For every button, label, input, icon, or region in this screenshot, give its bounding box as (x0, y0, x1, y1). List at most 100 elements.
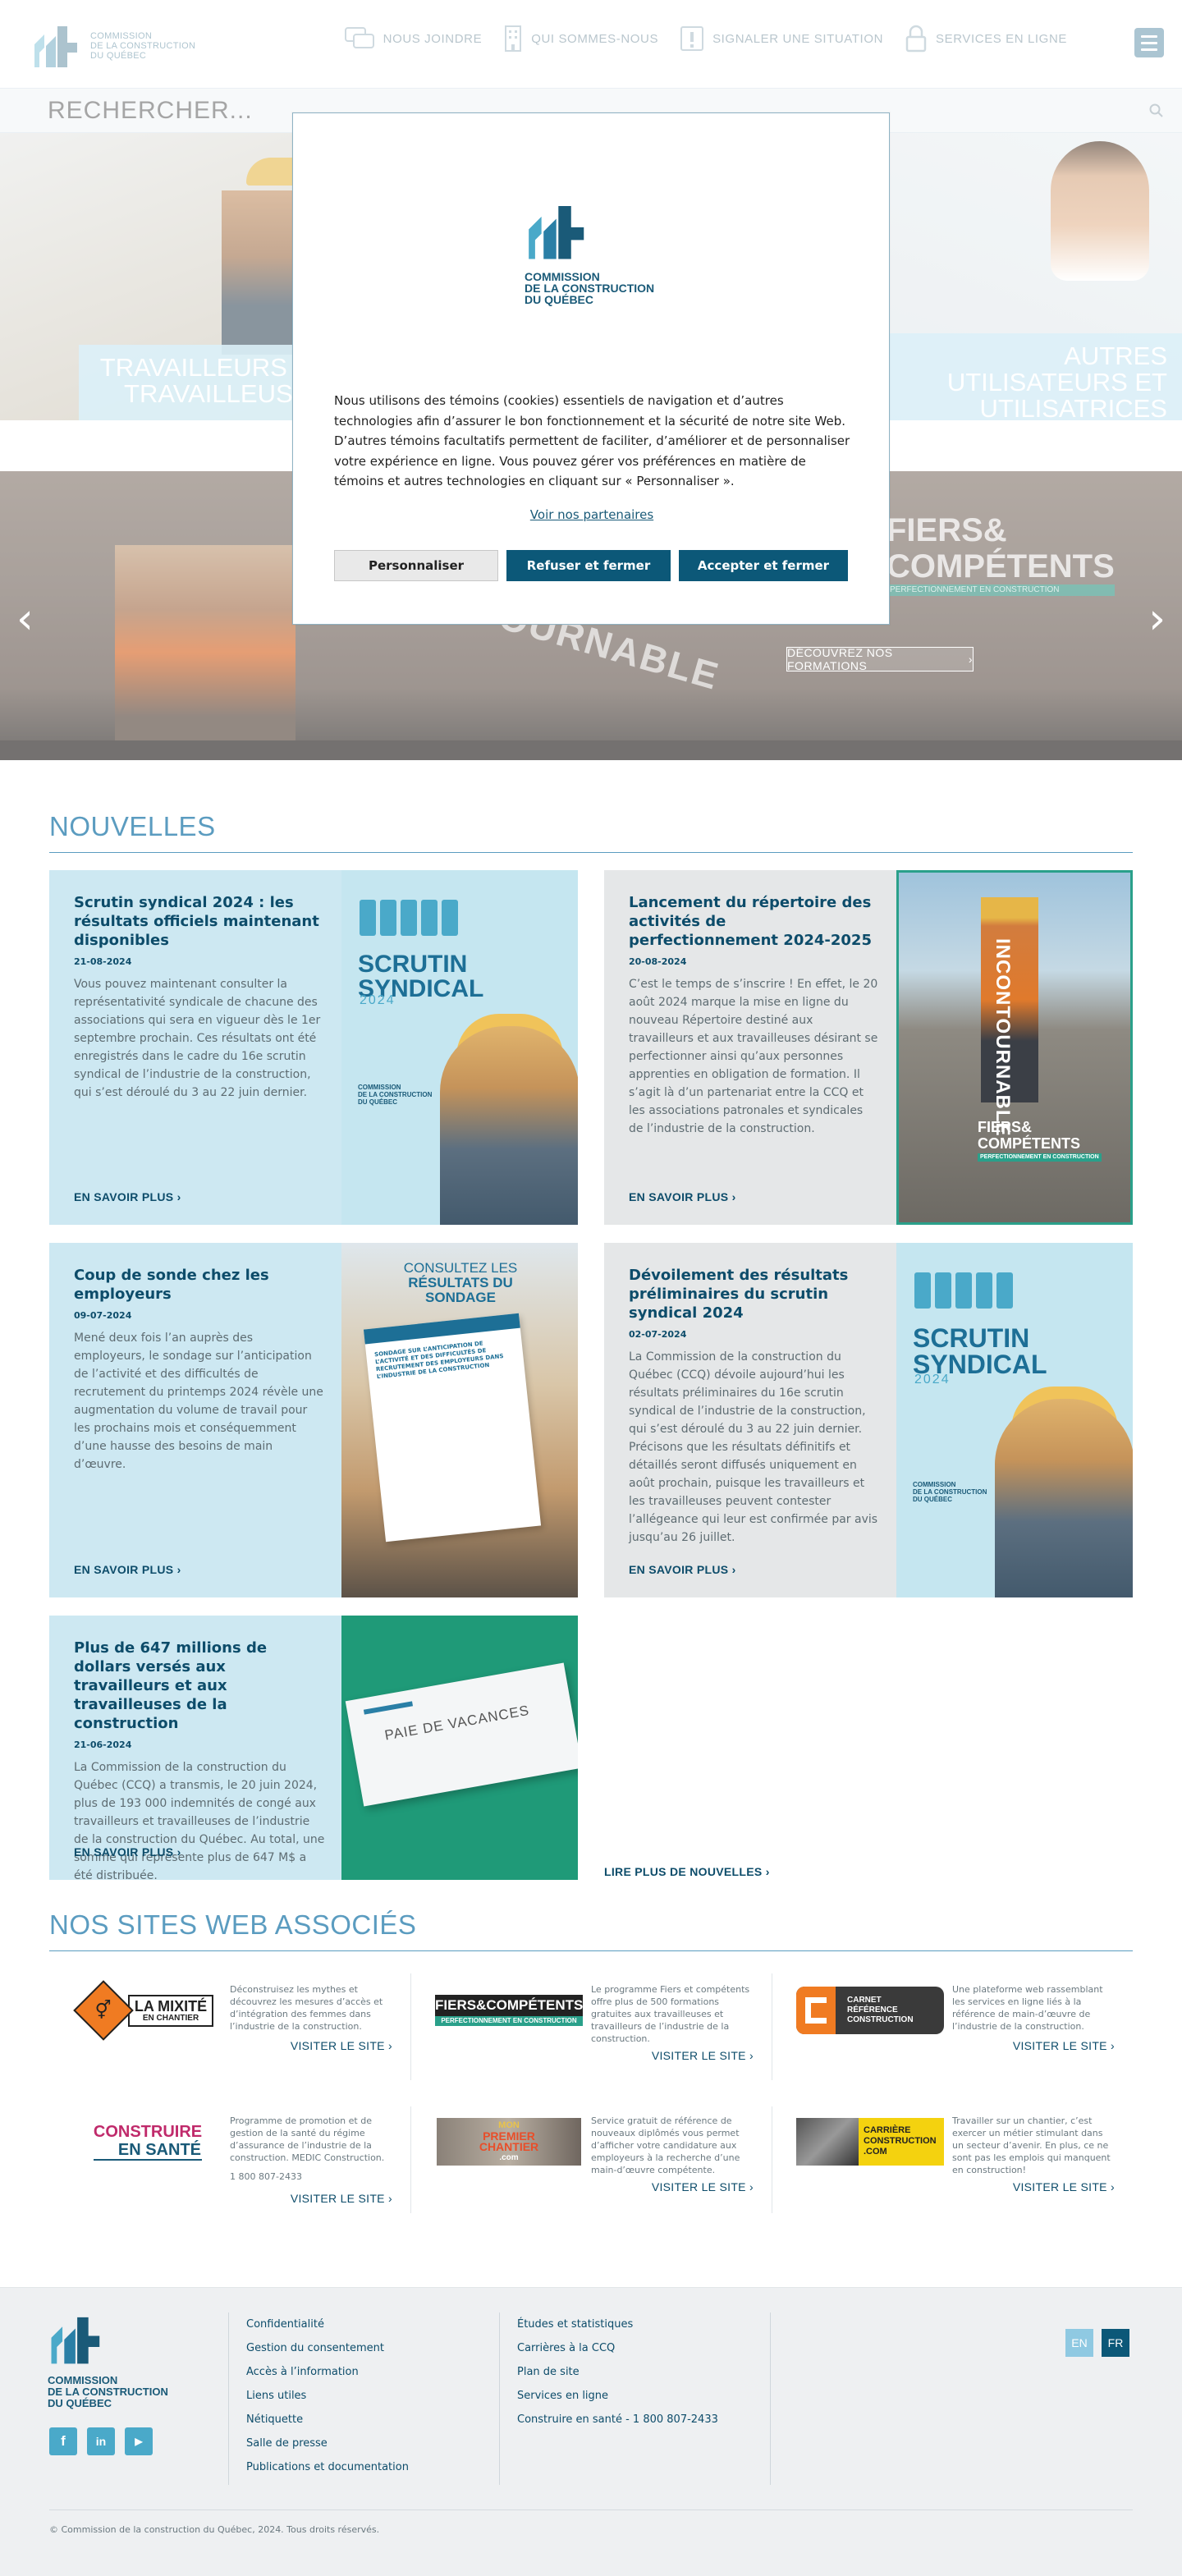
news-card[interactable]: Dévoilement des résultats préliminaires … (604, 1243, 1133, 1597)
footer-link[interactable]: Services en ligne (517, 2384, 718, 2408)
ballot-icon (914, 1272, 1013, 1309)
footer-logo[interactable]: COMMISSION DE LA CONSTRUCTION DU QUÉBEC (48, 2312, 168, 2409)
footer-divider (770, 2312, 771, 2485)
footer-link[interactable]: Confidentialité (246, 2312, 409, 2336)
visit-site-label: VISITER LE SITE (1012, 2039, 1107, 2052)
sondage-line-2: RÉSULTATS DU (408, 1275, 513, 1290)
footer-link[interactable]: Gestion du consentement (246, 2336, 409, 2360)
news-card-body: C’est le temps de s’inscrire ! En effet,… (629, 978, 878, 1135)
chevron-right-icon: › (749, 2180, 754, 2193)
footer-link[interactable]: Publications et documentation (246, 2455, 409, 2479)
ccq-logo-mark-icon (529, 206, 584, 259)
visit-site-link[interactable]: VISITER LE SITE › (652, 2049, 754, 2062)
news-card-title[interactable]: Scrutin syndical 2024 : les résultats of… (74, 893, 325, 950)
news-card[interactable]: Coup de sonde chez les employeurs 09-07-… (49, 1243, 578, 1597)
read-more-link[interactable]: EN SAVOIR PLUS › (74, 1563, 181, 1576)
footer-link[interactable]: Salle de presse (246, 2432, 409, 2455)
partner-description: Déconstruisez les mythes et découvrez le… (230, 1984, 383, 2032)
mon-premier-chantier-logo[interactable]: MON PREMIER CHANTIER .com (427, 2116, 591, 2167)
visit-site-link[interactable]: VISITER LE SITE › (291, 2192, 392, 2205)
ballot-icon (360, 900, 458, 936)
visit-site-label: VISITER LE SITE (651, 2180, 746, 2193)
partner-card: CARRIÈRE CONSTRUCTION .COM Travailler sur … (772, 2110, 1133, 2233)
news-card-title[interactable]: Plus de 647 millions de dollars versés a… (74, 1639, 325, 1733)
scrutin-line-1: SCRUTIN (913, 1323, 1030, 1353)
partner-card: CARNET RÉFÉRENCE CONSTRUCTION Une platefor… (772, 1978, 1133, 2102)
worker-figure (995, 1399, 1133, 1597)
ces-line-2: EN SANTÉ (93, 2141, 203, 2161)
news-card-text: Scrutin syndical 2024 : les résultats of… (49, 870, 341, 1225)
partner-description-block: Programme de promotion et de gestion de … (230, 2115, 394, 2183)
partner-phone: 1 800 807-2433 (230, 2171, 302, 2182)
worker-figure (440, 1026, 578, 1225)
paie-vacances-image: PAIE DE VACANCES (341, 1616, 578, 1880)
cookie-logo-line-1: COMMISSION (525, 270, 600, 283)
scrutin-logo-2: DE LA CONSTRUCTION (913, 1488, 987, 1496)
refuse-button[interactable]: Refuser et fermer (506, 550, 671, 581)
mixite-logo[interactable]: ⚥ LA MIXITÉ EN CHANTIER (66, 1980, 230, 2041)
footer-divider (499, 2312, 500, 2485)
footer-link[interactable]: Construire en santé - 1 800 807-2433 (517, 2408, 718, 2432)
construire-en-sante-logo[interactable]: CONSTRUIRE EN SANTÉ (66, 2116, 230, 2167)
visit-site-link[interactable]: VISITER LE SITE › (1013, 2039, 1115, 2052)
footer-link[interactable]: Nétiquette (246, 2408, 409, 2432)
news-card-title[interactable]: Dévoilement des résultats préliminaires … (629, 1266, 880, 1322)
customize-button[interactable]: Personnaliser (334, 550, 498, 581)
youtube-icon[interactable]: ▶ (125, 2427, 153, 2455)
lang-fr-button[interactable]: FR (1102, 2329, 1129, 2357)
news-card[interactable]: Scrutin syndical 2024 : les résultats of… (49, 870, 578, 1225)
fiers-competents-logo[interactable]: FIERS&COMPÉTENTS PERFECTIONNEMENT EN CON… (427, 1985, 591, 2036)
read-more-link[interactable]: EN SAVOIR PLUS › (629, 1563, 736, 1576)
fiers-competents-image: INCONTOURNABLE FIERS& COMPÉTENTS PERFECTIO… (896, 870, 1133, 1225)
footer-link[interactable]: Études et statistiques (517, 2312, 718, 2336)
carriere-line-1: CARRIÈRE (864, 2125, 911, 2135)
sondage-line-1: CONSULTEZ LES (403, 1260, 518, 1276)
read-more-link[interactable]: EN SAVOIR PLUS › (629, 1190, 736, 1203)
sondage-document: SONDAGE SUR L’ANTICIPATION DE L’ACTIVITÉ… (363, 1313, 542, 1542)
news-card[interactable]: Plus de 647 millions de dollars versés a… (49, 1616, 578, 1880)
partner-description: Programme de promotion et de gestion de … (230, 2115, 385, 2163)
read-more-link[interactable]: EN SAVOIR PLUS › (74, 1845, 181, 1859)
carnet-line-2: RÉFÉRENCE (847, 2005, 898, 2015)
chevron-right-icon: › (731, 1563, 736, 1576)
cheque-image: PAIE DE VACANCES (345, 1662, 578, 1807)
read-more-link[interactable]: EN SAVOIR PLUS › (74, 1190, 181, 1203)
news-card-title[interactable]: Coup de sonde chez les employeurs (74, 1266, 325, 1304)
footer-link[interactable]: Plan de site (517, 2360, 718, 2384)
news-card-title[interactable]: Lancement du répertoire des activités de… (629, 893, 880, 950)
visit-site-link[interactable]: VISITER LE SITE › (291, 2039, 392, 2052)
news-card-date: 21-06-2024 (74, 1739, 132, 1750)
more-news-label: LIRE PLUS DE NOUVELLES (604, 1865, 763, 1878)
partner-description: Une plateforme web rassemblant les servi… (952, 1984, 1103, 2032)
chevron-right-icon: › (176, 1845, 181, 1859)
footer-link[interactable]: Accès à l’information (246, 2360, 409, 2384)
partners-title: NOS SITES WEB ASSOCIÉS (49, 1909, 417, 1940)
partner-card: ⚥ LA MIXITÉ EN CHANTIER Déconstruisez les… (49, 1978, 410, 2102)
partner-card: CONSTRUIRE EN SANTÉ Programme de promoti… (49, 2110, 410, 2233)
read-more-label: EN SAVOIR PLUS (629, 1563, 729, 1576)
carriere-construction-logo[interactable]: CARRIÈRE CONSTRUCTION .COM (788, 2116, 952, 2167)
news-card-text: Plus de 647 millions de dollars versés a… (49, 1616, 341, 1880)
news-card[interactable]: Lancement du répertoire des activités de… (604, 870, 1133, 1225)
gender-icon: ⚥ (73, 1980, 134, 2041)
partners-link[interactable]: Voir nos partenaires (293, 507, 891, 522)
footer-link[interactable]: Carrières à la CCQ (517, 2336, 718, 2360)
more-news-link[interactable]: LIRE PLUS DE NOUVELLES › (604, 1865, 770, 1878)
news-card-body: Vous pouvez maintenant consulter la repr… (74, 978, 321, 1099)
scrutin-logo: COMMISSION DE LA CONSTRUCTION DU QUÉBEC (913, 1481, 987, 1503)
footer-logo-line-3: DU QUÉBEC (48, 2397, 112, 2409)
carnet-logo[interactable]: CARNET RÉFÉRENCE CONSTRUCTION (788, 1985, 952, 2036)
footer-link[interactable]: Liens utiles (246, 2384, 409, 2408)
accept-button[interactable]: Accepter et fermer (679, 550, 848, 581)
read-more-label: EN SAVOIR PLUS (74, 1845, 174, 1859)
linkedin-icon[interactable]: in (87, 2427, 115, 2455)
mpc-line-4: .com (499, 2153, 519, 2162)
visit-site-link[interactable]: VISITER LE SITE › (652, 2180, 754, 2193)
lang-en-button[interactable]: EN (1065, 2329, 1093, 2357)
facebook-icon[interactable]: f (49, 2427, 77, 2455)
scrutin-logo-1: COMMISSION (913, 1481, 956, 1488)
visit-site-link[interactable]: VISITER LE SITE › (1013, 2180, 1115, 2193)
carnet-line-1: CARNET (847, 1996, 882, 2005)
footer-logo-line-2: DE LA CONSTRUCTION (48, 2386, 168, 2398)
partner-description: Le programme Fiers et compétents offre p… (591, 1984, 750, 2044)
